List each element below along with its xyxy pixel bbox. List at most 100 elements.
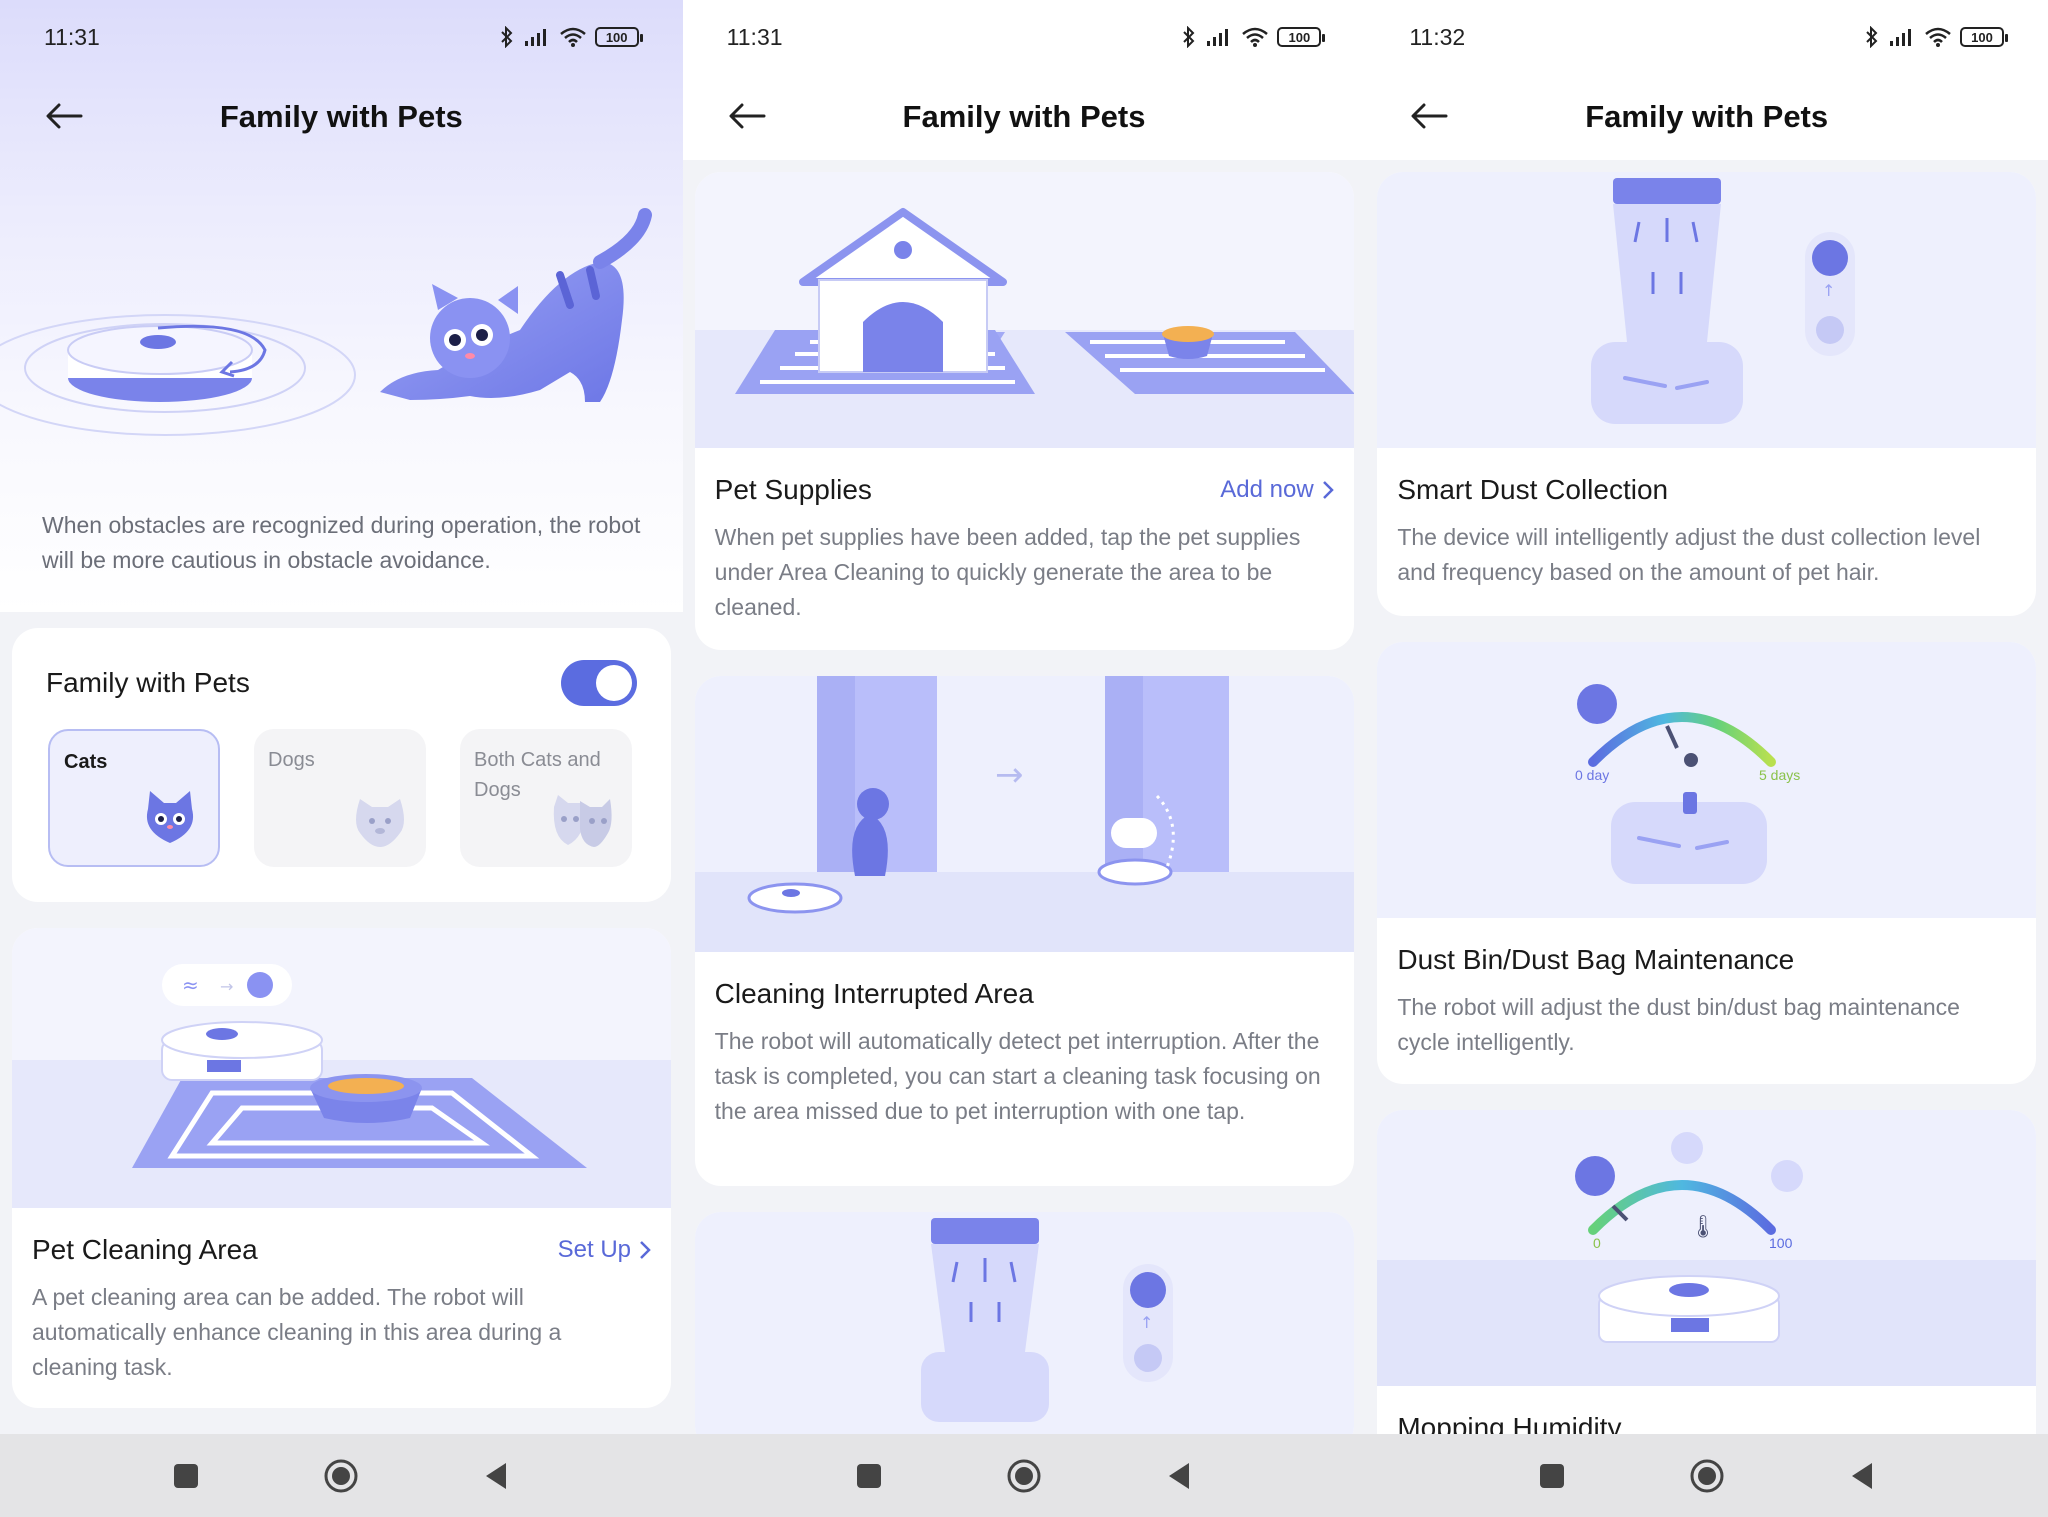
triangle-back-icon <box>1851 1462 1872 1489</box>
gauge-max-label: 5 days <box>1759 767 1800 783</box>
wifi-icon <box>1925 27 1951 47</box>
triangle-back-icon <box>486 1462 507 1489</box>
dog-face-icon <box>356 799 404 847</box>
battery-icon: 100 <box>1960 27 2009 47</box>
svg-text:→: → <box>220 977 233 996</box>
back-button[interactable] <box>1405 92 1453 140</box>
recents-button[interactable] <box>849 1456 889 1496</box>
humidity-min-label: 0 <box>1593 1235 1601 1251</box>
pet-mode-card: Family with Pets Cats Dogs Both Cats and… <box>12 628 671 902</box>
cat-face-icon <box>146 791 194 843</box>
page-title: Family with Pets <box>219 99 463 134</box>
pet-option-dogs[interactable]: Dogs <box>254 729 426 867</box>
nav-bar: Family with Pets <box>0 74 683 160</box>
bluetooth-icon <box>1866 26 1878 48</box>
circle-home-icon <box>1690 1459 1724 1492</box>
status-time: 11:31 <box>44 23 100 50</box>
status-time: 11:31 <box>726 23 783 50</box>
pet-supplies-title: Pet Supplies <box>714 474 872 505</box>
pet-cleaning-area-card: ≈ → Pet Cleaning Area Set Up A pet clean… <box>12 928 671 1408</box>
chevron-right-icon <box>640 1241 651 1259</box>
pet-mode-switch[interactable] <box>561 660 637 706</box>
home-button[interactable] <box>1004 1456 1044 1496</box>
screen-2: 11:31 100 Family with Pets Pet Supplies … <box>682 0 1366 1517</box>
square-nav-icon <box>1539 1463 1564 1488</box>
interrupted-area-illustration: → <box>694 676 1354 952</box>
pet-option-both[interactable]: Both Cats and Dogs <box>460 729 632 867</box>
gauge-min-label: 0 day <box>1575 767 1609 783</box>
battery-icon: 100 <box>594 27 643 47</box>
dust-bin-maintenance-card: 0 day 5 days Dust Bin/Dust Bag Maintenan… <box>1377 642 2037 1084</box>
back-button[interactable] <box>40 92 88 140</box>
pet-cleaning-description: A pet cleaning area can be added. The ro… <box>32 1284 562 1380</box>
signal-icon <box>1207 29 1229 46</box>
page-title: Family with Pets <box>902 99 1146 134</box>
system-nav-bar <box>682 1434 1366 1517</box>
pet-option-label: Cats <box>64 751 108 773</box>
nav-bar: Family with Pets <box>683 74 1366 160</box>
status-bar: 11:31 100 <box>0 0 683 74</box>
pet-mode-label: Family with Pets <box>46 667 250 698</box>
nav-bar: Family with Pets <box>1365 74 2048 160</box>
mopping-humidity-illustration: 🌡 0 100 <box>1377 1110 2037 1386</box>
status-time: 11:32 <box>1409 23 1466 50</box>
system-nav-bar <box>0 1434 683 1517</box>
back-arrow-icon <box>46 103 83 129</box>
chevron-right-icon <box>1322 481 1334 499</box>
svg-text:🌡: 🌡 <box>1689 1215 1717 1240</box>
wifi-icon <box>559 27 586 47</box>
cat-dog-face-icon <box>553 795 612 847</box>
status-bar: 11:31 100 <box>683 0 1366 74</box>
add-now-link[interactable]: Add now <box>1220 476 1334 504</box>
svg-text:≈: ≈ <box>182 973 199 997</box>
status-icons: 100 <box>1864 26 2009 48</box>
recents-button[interactable] <box>1532 1456 1572 1496</box>
svg-text:→: → <box>995 755 1024 795</box>
dust-bin-title: Dust Bin/Dust Bag Maintenance <box>1397 944 1795 975</box>
svg-text:↑: ↑ <box>1140 1313 1153 1332</box>
pet-option-cats[interactable]: Cats <box>48 729 220 867</box>
pet-supplies-description: When pet supplies have been added, tap t… <box>714 524 1301 620</box>
recents-button[interactable] <box>166 1456 206 1496</box>
system-back-button[interactable] <box>1842 1456 1882 1496</box>
home-button[interactable] <box>1687 1456 1727 1496</box>
humidity-max-label: 100 <box>1769 1235 1793 1251</box>
back-arrow-icon <box>729 103 766 129</box>
status-bar: 11:32 100 <box>1365 0 2048 74</box>
pet-cleaning-title: Pet Cleaning Area <box>32 1234 258 1265</box>
page-title: Family with Pets <box>1585 99 1829 134</box>
bluetooth-icon <box>500 26 513 48</box>
home-button[interactable] <box>321 1456 361 1496</box>
hero-description: When obstacles are recognized during ope… <box>42 512 641 573</box>
add-now-label: Add now <box>1220 476 1314 503</box>
wifi-icon <box>1242 27 1269 47</box>
pet-supplies-card: Pet Supplies Add now When pet supplies h… <box>694 172 1354 650</box>
pet-option-label: Dogs <box>268 749 315 771</box>
dust-bin-illustration: 0 day 5 days <box>1377 642 2037 918</box>
set-up-label: Set Up <box>557 1236 631 1263</box>
circle-home-icon <box>324 1459 358 1492</box>
status-icons: 100 <box>1181 26 1326 48</box>
interrupted-area-card: → Cleaning Interrupted Area The robot wi… <box>694 676 1354 1186</box>
back-arrow-icon <box>1411 103 1448 129</box>
screen-3: 11:32 100 Family with Pets ↑ Smart Dust … <box>1365 0 2048 1517</box>
system-nav-bar <box>1365 1434 2048 1517</box>
square-nav-icon <box>174 1463 199 1488</box>
svg-text:↑: ↑ <box>1822 281 1835 300</box>
signal-icon <box>1890 29 1912 46</box>
pet-type-options: Cats Dogs Both Cats and Dogs <box>48 729 632 867</box>
dust-collection-card-partial: ↑ <box>694 1212 1354 1452</box>
system-back-button[interactable] <box>476 1456 516 1496</box>
circle-home-icon <box>1007 1459 1041 1492</box>
signal-icon <box>524 29 546 46</box>
system-back-button[interactable] <box>1159 1456 1199 1496</box>
screen-1: 11:31 100 Family with Pets When obstacle… <box>0 0 683 1517</box>
back-button[interactable] <box>723 92 771 140</box>
pet-cleaning-illustration: ≈ → <box>12 928 671 1208</box>
dust-collection-illustration: ↑ <box>694 1212 1354 1452</box>
smart-dust-collection-title: Smart Dust Collection <box>1397 474 1669 505</box>
battery-icon: 100 <box>1277 27 1326 47</box>
dust-bin-description: The robot will adjust the dust bin/dust … <box>1397 994 1960 1055</box>
set-up-link[interactable]: Set Up <box>558 1236 651 1264</box>
interrupted-area-title: Cleaning Interrupted Area <box>714 978 1034 1009</box>
